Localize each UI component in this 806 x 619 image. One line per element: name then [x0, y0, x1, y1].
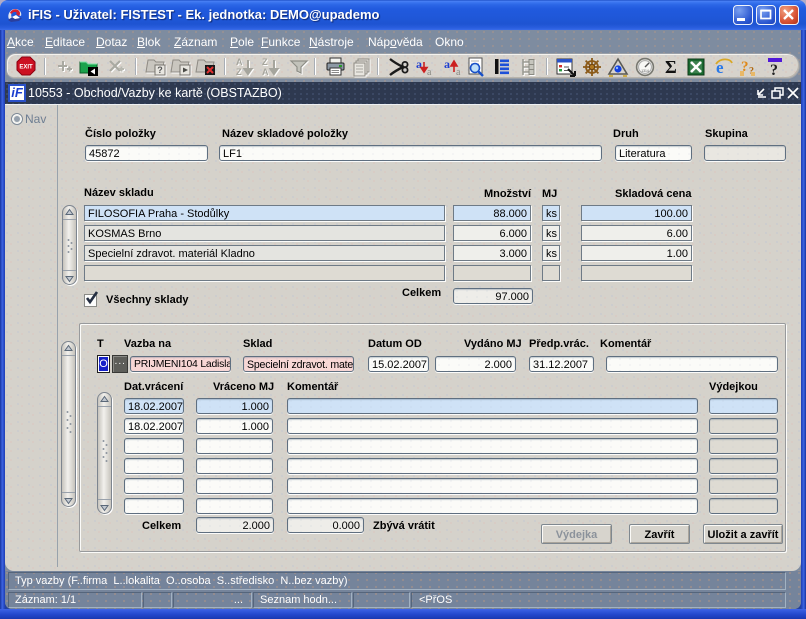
svg-text:A: A [262, 67, 269, 77]
svg-text:A: A [236, 57, 243, 67]
svg-text:1314: 1314 [641, 69, 649, 73]
svg-text:?: ? [157, 65, 163, 75]
svg-text:a: a [427, 67, 432, 78]
svg-text:Z: Z [236, 67, 242, 77]
svg-text:a: a [456, 67, 461, 78]
svg-text:a: a [444, 57, 450, 71]
svg-text:Z: Z [262, 57, 268, 67]
svg-text:Σ: Σ [665, 57, 677, 77]
svg-text:?: ? [770, 62, 778, 78]
svg-text:EXIT: EXIT [19, 65, 33, 71]
